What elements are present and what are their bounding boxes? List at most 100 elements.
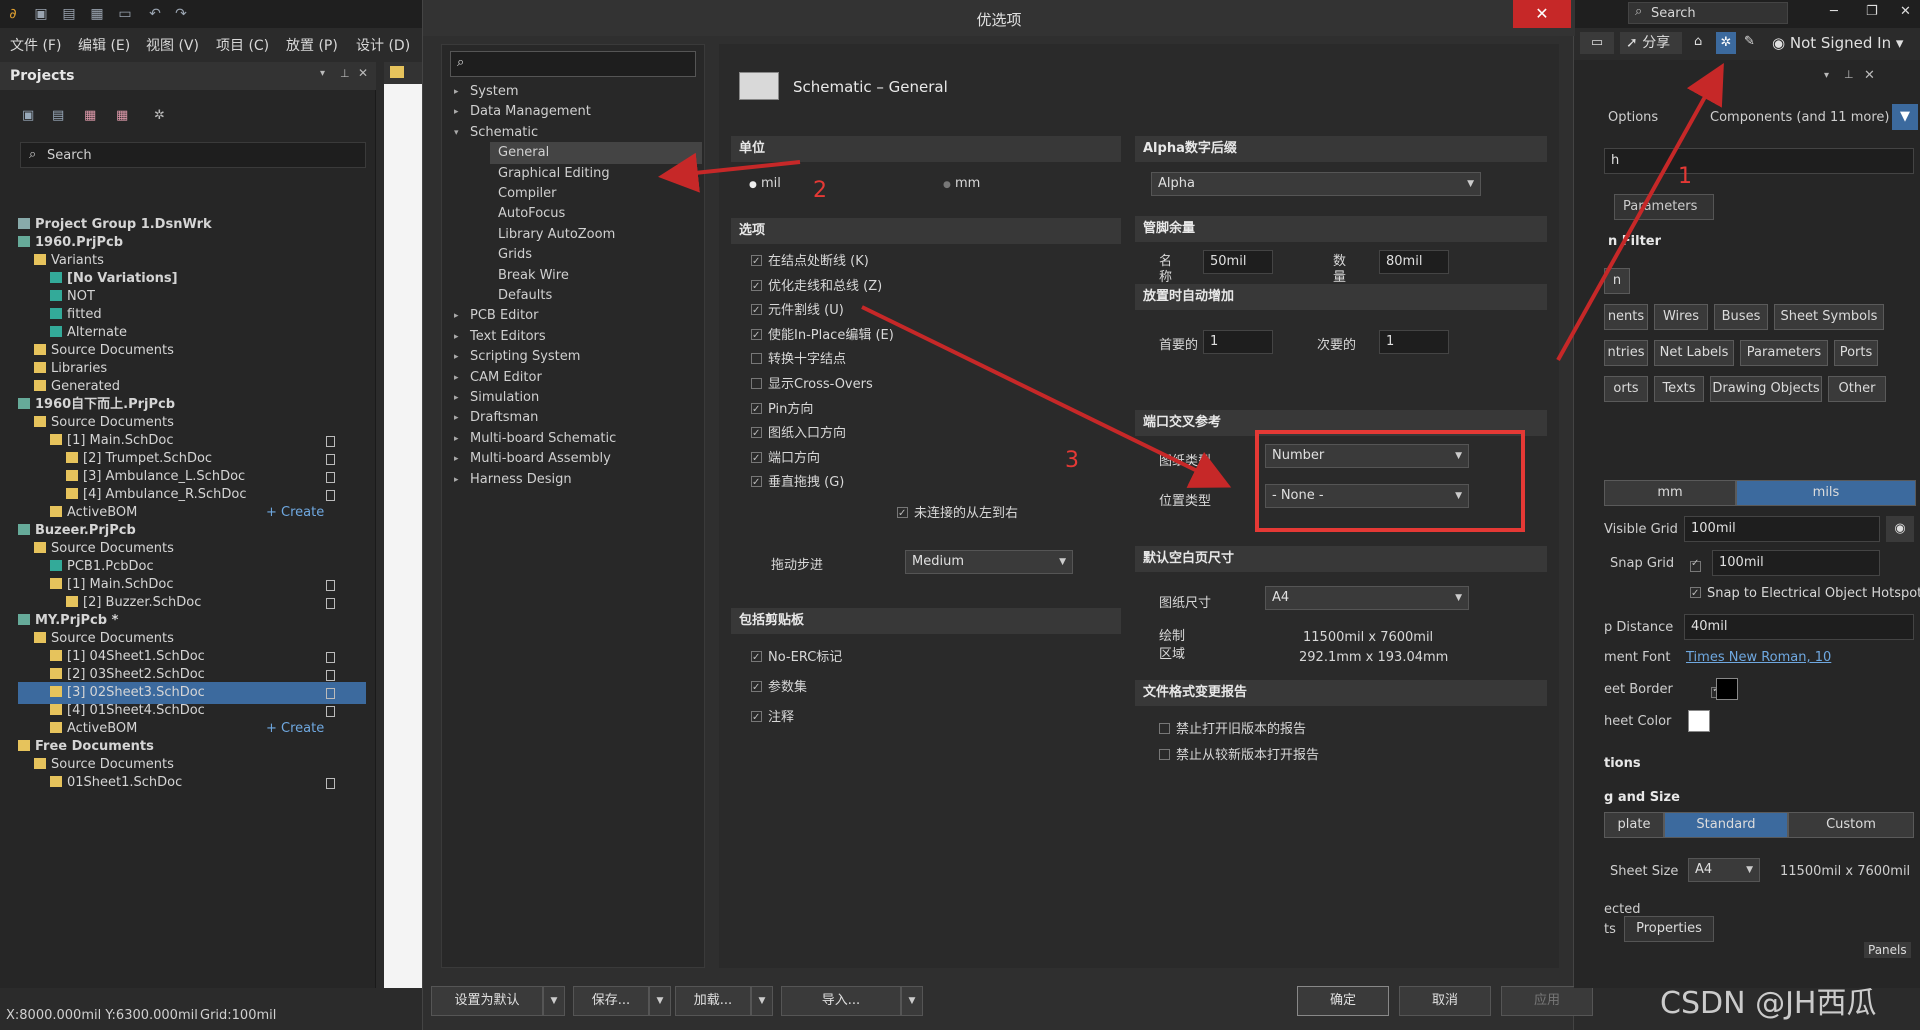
filter-drawing-objects[interactable]: Drawing Objects bbox=[1710, 376, 1822, 402]
unit-mil-radio[interactable]: ● mil bbox=[749, 174, 781, 194]
font-link[interactable]: Times New Roman, 10 bbox=[1686, 650, 1831, 665]
option-checkbox[interactable]: 显示Cross-Overs bbox=[751, 375, 873, 395]
notify-icon[interactable]: ✎ bbox=[1744, 34, 1755, 49]
pin-name-input[interactable]: 50mil bbox=[1203, 250, 1273, 274]
nav-item[interactable]: ▸ Data Management bbox=[454, 101, 591, 123]
pin-num-input[interactable]: 80mil bbox=[1379, 250, 1449, 274]
share-button[interactable]: ➚ 分享 bbox=[1620, 32, 1682, 54]
unit-mils-button[interactable]: mils bbox=[1736, 480, 1916, 506]
nav-item[interactable]: ▸ Draftsman bbox=[454, 407, 538, 429]
visible-grid-input[interactable]: 100mil bbox=[1684, 516, 1880, 542]
filter-entries[interactable]: ntries bbox=[1604, 340, 1648, 366]
filter-icon[interactable]: ▼ bbox=[1892, 104, 1918, 130]
tab-left-partial[interactable]: ts bbox=[1604, 922, 1616, 937]
add-folder-icon[interactable]: ▦ bbox=[116, 108, 128, 123]
menu-design[interactable]: 设计 (D) bbox=[356, 35, 410, 55]
unconnected-checkbox[interactable]: 未连接的从左到右 bbox=[897, 504, 1018, 524]
border-color-swatch[interactable] bbox=[1716, 678, 1738, 700]
nav-item[interactable]: ▸ Multi-board Schematic bbox=[454, 428, 616, 450]
filter-partial-ports[interactable]: orts bbox=[1604, 376, 1648, 402]
report-new-checkbox[interactable]: 禁止从较新版本打开报告 bbox=[1159, 746, 1319, 766]
nav-item[interactable]: ▸ CAM Editor bbox=[454, 367, 542, 389]
menu-edit[interactable]: 编辑 (E) bbox=[78, 35, 130, 55]
filter-partial-1[interactable]: n bbox=[1604, 268, 1630, 294]
menu-project[interactable]: 项目 (C) bbox=[216, 35, 269, 55]
restore-icon[interactable]: ❐ bbox=[1866, 4, 1878, 19]
filter-ports[interactable]: Ports bbox=[1834, 340, 1878, 366]
option-checkbox[interactable]: 使能In-Place编辑 (E) bbox=[751, 326, 894, 346]
drag-step-select[interactable]: Medium ▼ bbox=[905, 550, 1073, 574]
nav-item[interactable]: ▸ Multi-board Assembly bbox=[454, 448, 611, 470]
nav-search-input[interactable]: ⌕ bbox=[450, 51, 696, 77]
redo-icon[interactable]: ↷ bbox=[172, 5, 190, 23]
close-panel-icon[interactable]: ✕ bbox=[358, 66, 368, 80]
standard-button[interactable]: Standard bbox=[1664, 812, 1788, 838]
filter-net-labels[interactable]: Net Labels bbox=[1654, 340, 1734, 366]
nav-item[interactable]: Compiler bbox=[498, 183, 557, 205]
panels-button[interactable]: Panels bbox=[1864, 942, 1911, 958]
option-checkbox[interactable]: 元件割线 (U) bbox=[751, 301, 844, 321]
primary-input[interactable]: 1 bbox=[1203, 330, 1273, 354]
option-checkbox[interactable]: 端口方向 bbox=[751, 449, 820, 469]
clipboard-noerc-checkbox[interactable]: No-ERC标记 bbox=[751, 648, 842, 668]
clipboard-notes-checkbox[interactable]: 注释 bbox=[751, 708, 794, 728]
ok-button[interactable]: 确定 bbox=[1297, 986, 1389, 1016]
project-options-icon[interactable]: ▤ bbox=[52, 108, 64, 123]
filter-components[interactable]: nents bbox=[1604, 304, 1648, 330]
save-menu-icon[interactable]: ▼ bbox=[649, 986, 671, 1016]
secondary-input[interactable]: 1 bbox=[1379, 330, 1449, 354]
user-button[interactable]: ◉ Not Signed In ▾ bbox=[1772, 34, 1903, 52]
filter-sheet-symbols[interactable]: Sheet Symbols bbox=[1774, 304, 1884, 330]
save-all-icon[interactable]: ▤ bbox=[60, 5, 78, 23]
load-menu-icon[interactable]: ▼ bbox=[751, 986, 773, 1016]
filter-buses[interactable]: Buses bbox=[1714, 304, 1768, 330]
set-default-button[interactable]: 设置为默认 bbox=[431, 986, 543, 1016]
option-checkbox[interactable]: 转换十字结点 bbox=[751, 350, 846, 370]
nav-item[interactable]: Library AutoZoom bbox=[498, 224, 615, 246]
doc-tab[interactable] bbox=[384, 62, 422, 84]
save-project-icon[interactable]: ▣ bbox=[22, 108, 34, 123]
option-checkbox[interactable]: Pin方向 bbox=[751, 400, 813, 420]
option-checkbox[interactable]: 优化走线和总线 (Z) bbox=[751, 277, 882, 297]
pin-icon[interactable]: ⊥ bbox=[340, 67, 350, 80]
close-panel-icon[interactable]: ✕ bbox=[1864, 68, 1875, 83]
unit-mm-button[interactable]: mm bbox=[1604, 480, 1736, 506]
nav-item[interactable]: ▸ Harness Design bbox=[454, 469, 572, 491]
nav-item[interactable]: ▸ Scripting System bbox=[454, 346, 580, 368]
nav-item[interactable]: Break Wire bbox=[498, 265, 569, 287]
filter-wires[interactable]: Wires bbox=[1654, 304, 1708, 330]
home-icon[interactable]: ⌂ bbox=[1694, 34, 1702, 49]
properties-search-input[interactable]: h bbox=[1604, 148, 1914, 174]
undo-icon[interactable]: ↶ bbox=[146, 5, 164, 23]
apply-button[interactable]: 应用 bbox=[1501, 986, 1593, 1016]
gear-icon[interactable]: ✲ bbox=[154, 108, 165, 123]
template-button[interactable]: plate bbox=[1604, 812, 1664, 838]
panel-menu-icon[interactable]: ▾ bbox=[320, 68, 325, 79]
save-icon[interactable]: ▣ bbox=[32, 5, 50, 23]
settings-icon[interactable]: ✲ bbox=[1716, 32, 1736, 54]
filter-texts[interactable]: Texts bbox=[1654, 376, 1704, 402]
import-menu-icon[interactable]: ▼ bbox=[901, 986, 923, 1016]
minimize-icon[interactable]: ─ bbox=[1830, 4, 1838, 19]
sheet-size-select[interactable]: A4 ▼ bbox=[1688, 858, 1760, 882]
option-checkbox[interactable]: 垂直拖拽 (G) bbox=[751, 473, 844, 493]
nav-item[interactable]: ▸ Text Editors bbox=[454, 326, 546, 348]
nav-item[interactable]: ▸ System bbox=[454, 81, 518, 103]
sheet-color-swatch[interactable] bbox=[1688, 710, 1710, 732]
sheet-size-select[interactable]: A4 ▼ bbox=[1265, 586, 1469, 610]
nav-item[interactable]: Defaults bbox=[498, 285, 552, 307]
filter-parameters[interactable]: Parameters bbox=[1740, 340, 1828, 366]
snap-grid-input[interactable]: 100mil bbox=[1712, 550, 1880, 576]
parameters-tab[interactable]: Parameters bbox=[1614, 194, 1714, 220]
snap-hotspot-checkbox[interactable]: Snap to Electrical Object Hotspots bbox=[1690, 584, 1920, 604]
open-folder-icon[interactable]: ▦ bbox=[84, 108, 96, 123]
pin-icon[interactable]: ⊥ bbox=[1844, 68, 1854, 81]
distance-input[interactable]: 40mil bbox=[1684, 614, 1914, 640]
nav-item[interactable]: ▸ Simulation bbox=[454, 387, 539, 409]
projects-search-input[interactable]: ⌕ Search bbox=[20, 142, 366, 168]
nav-item[interactable]: ▾ Schematic bbox=[454, 122, 538, 144]
panel-menu-icon[interactable]: ▾ bbox=[1824, 70, 1829, 81]
option-checkbox[interactable]: 在结点处断线 (K) bbox=[751, 252, 869, 272]
eye-icon[interactable]: ◉ bbox=[1886, 516, 1914, 542]
option-checkbox[interactable]: 图纸入口方向 bbox=[751, 424, 846, 444]
